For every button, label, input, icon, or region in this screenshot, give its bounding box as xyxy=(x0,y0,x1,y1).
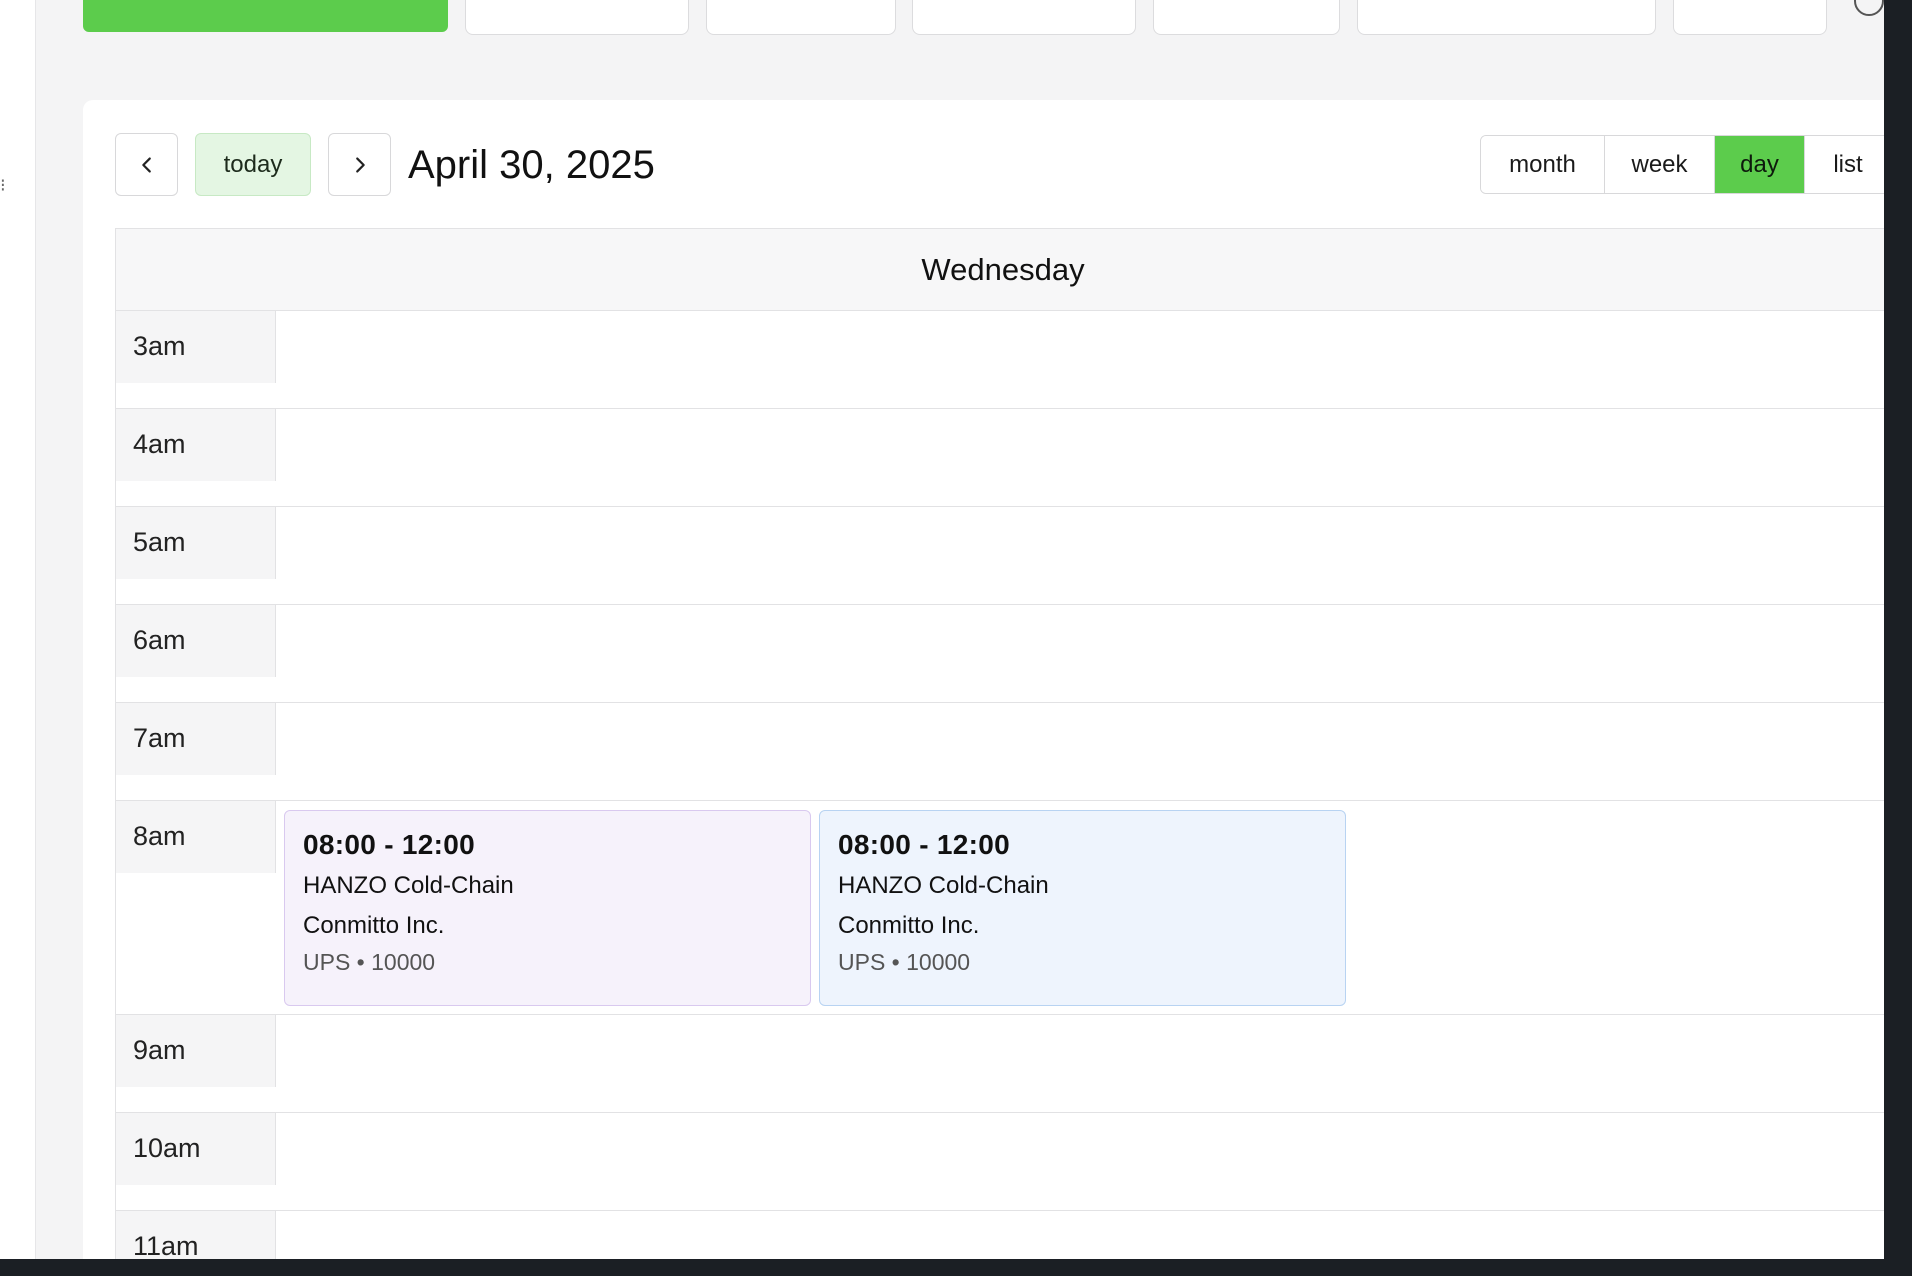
day-grid: Wednesday 3am 4am 5am 6am 7am 8am 08:00 … xyxy=(115,228,1891,1259)
time-label: 6am xyxy=(116,605,276,677)
calendar-card: today April 30, 2025 month week day list… xyxy=(83,100,1898,1259)
top-toolbar xyxy=(0,0,1898,40)
event-meta: UPS • 10000 xyxy=(838,949,971,975)
toolbar-filter-button-5[interactable] xyxy=(1357,0,1656,35)
calendar-date-title: April 30, 2025 xyxy=(408,143,655,187)
time-slot-6am[interactable]: 6am xyxy=(116,605,1890,703)
time-label: 7am xyxy=(116,703,276,775)
view-week-button[interactable]: week xyxy=(1605,136,1715,193)
event-title: HANZO Cold-Chain xyxy=(838,872,1049,899)
sidebar: ⁝ xyxy=(0,0,36,1259)
toolbar-circle-icon[interactable] xyxy=(1854,0,1884,16)
prev-button[interactable] xyxy=(115,133,178,196)
time-slot-9am[interactable]: 9am xyxy=(116,1015,1890,1113)
event-company: Conmitto Inc. xyxy=(838,912,980,939)
calendar-event[interactable]: 08:00 - 12:00 HANZO Cold-Chain Conmitto … xyxy=(284,810,811,1006)
time-label: 8am xyxy=(116,801,276,873)
event-title: HANZO Cold-Chain xyxy=(303,872,514,899)
time-label: 4am xyxy=(116,409,276,481)
toolbar-filter-button-4[interactable] xyxy=(1153,0,1340,35)
toolbar-filter-button-6[interactable] xyxy=(1673,0,1827,35)
event-meta: UPS • 10000 xyxy=(303,949,436,975)
time-slot-10am[interactable]: 10am xyxy=(116,1113,1890,1211)
event-time: 08:00 - 12:00 xyxy=(838,829,1011,860)
time-label: 9am xyxy=(116,1015,276,1087)
view-day-button[interactable]: day xyxy=(1715,136,1805,193)
view-list-button[interactable]: list xyxy=(1805,136,1891,193)
window-edge xyxy=(1884,0,1898,1259)
time-slot-5am[interactable]: 5am xyxy=(116,507,1890,605)
chevron-right-icon xyxy=(355,156,365,173)
time-slot-7am[interactable]: 7am xyxy=(116,703,1890,801)
time-label: 5am xyxy=(116,507,276,579)
primary-action-button[interactable] xyxy=(83,0,448,32)
calendar-event[interactable]: 08:00 - 12:00 HANZO Cold-Chain Conmitto … xyxy=(819,810,1346,1006)
sidebar-edge-icon: ⁝ xyxy=(0,175,6,195)
time-slot-11am[interactable]: 11am xyxy=(116,1211,1890,1259)
time-slot-8am[interactable]: 8am 08:00 - 12:00 HANZO Cold-Chain Conmi… xyxy=(116,801,1890,1015)
day-column-header: Wednesday xyxy=(116,229,1890,311)
time-label: 10am xyxy=(116,1113,276,1185)
window-bottom-edge xyxy=(0,1259,1912,1276)
time-slot-3am[interactable]: 3am xyxy=(116,311,1890,409)
chevron-left-icon xyxy=(141,156,151,173)
view-month-button[interactable]: month xyxy=(1481,136,1605,193)
today-button[interactable]: today xyxy=(195,133,311,196)
toolbar-filter-button-2[interactable] xyxy=(706,0,896,35)
toolbar-filter-button-3[interactable] xyxy=(912,0,1136,35)
app-screen: ⁝ today April 30, 2025 month week day li… xyxy=(0,0,1898,1259)
next-button[interactable] xyxy=(328,133,391,196)
view-switcher: month week day list xyxy=(1480,135,1892,194)
time-slot-4am[interactable]: 4am xyxy=(116,409,1890,507)
time-label: 3am xyxy=(116,311,276,383)
event-time: 08:00 - 12:00 xyxy=(303,829,476,860)
time-label: 11am xyxy=(116,1211,276,1259)
event-company: Conmitto Inc. xyxy=(303,912,445,939)
toolbar-filter-button-1[interactable] xyxy=(465,0,689,35)
